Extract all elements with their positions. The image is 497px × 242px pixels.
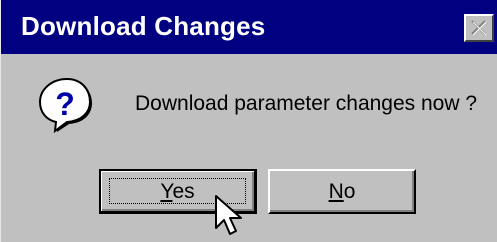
yes-label-rest: es (172, 180, 195, 203)
svg-text:?: ? (55, 86, 75, 122)
close-icon (471, 20, 487, 36)
download-changes-dialog: Download Changes ? Download parameter ch… (0, 0, 497, 242)
mouse-pointer-icon (215, 195, 242, 235)
yes-mnemonic: Y (160, 180, 173, 203)
dialog-message: Download parameter changes now ? (135, 92, 478, 115)
window-title: Download Changes (21, 11, 266, 41)
title-bar[interactable]: Download Changes (1, 0, 497, 54)
no-mnemonic: N (328, 180, 344, 203)
no-button[interactable]: No (268, 169, 416, 214)
close-button[interactable] (464, 14, 494, 42)
question-icon: ? (38, 77, 95, 134)
no-label-rest: o (343, 180, 356, 203)
